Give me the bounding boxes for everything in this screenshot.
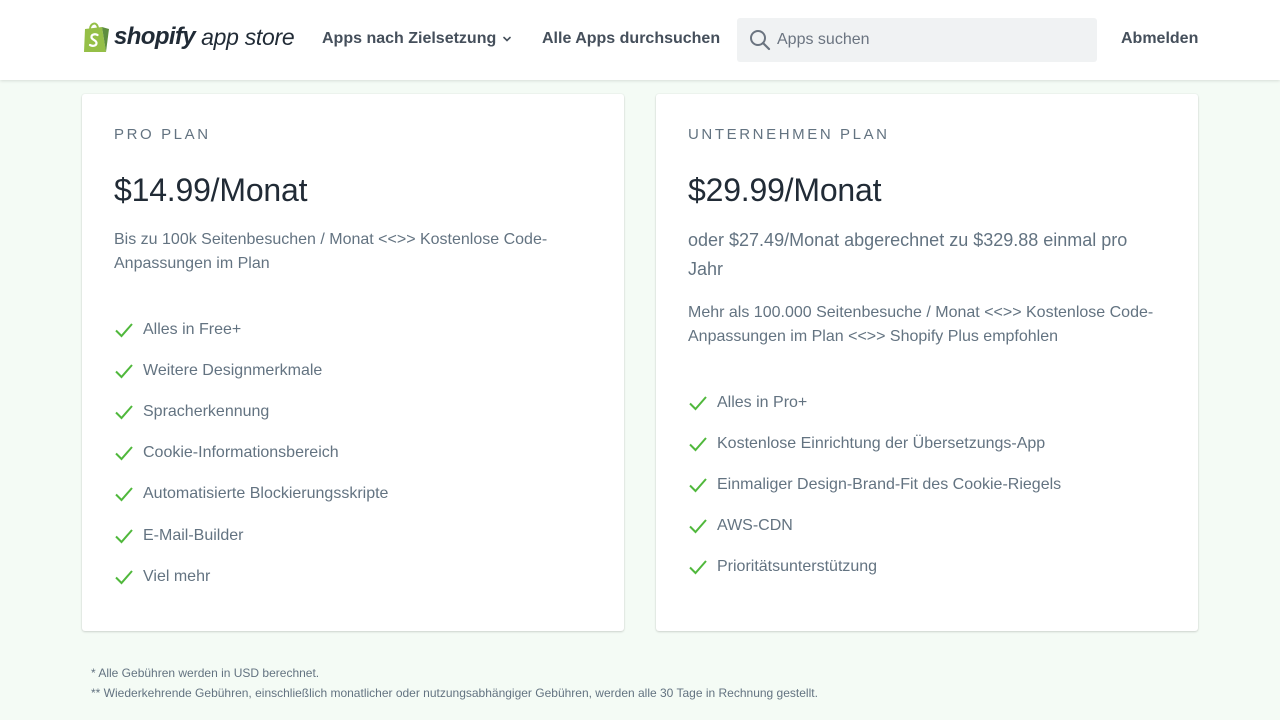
feature-item: Weitere Designmerkmale	[114, 350, 592, 391]
checkmark-icon	[689, 395, 707, 411]
checkmark-icon	[689, 478, 707, 493]
plan-description: Bis zu 100k Seitenbesuchen / Monat <<>> …	[114, 231, 548, 272]
search-input[interactable]	[777, 18, 1087, 62]
feature-item: Kostenlose Einrichtung der Übersetzungs-…	[688, 423, 1166, 464]
pricing-card-business: UNTERNEHMEN PLAN $29.99/Monat oder $27.4…	[656, 94, 1198, 631]
nav-apps-by-goal[interactable]: Apps nach Zielsetzung	[322, 30, 512, 48]
checkmark-icon	[689, 560, 707, 575]
feature-label: E-Mail-Builder	[143, 526, 244, 544]
feature-label: Kostenlose Einrichtung der Übersetzungs-…	[717, 434, 1046, 452]
feature-list: Alles in Pro+ Kostenlose Einrichtung der…	[688, 382, 1166, 588]
feature-label: AWS-CDN	[717, 517, 793, 535]
checkmark-icon	[115, 446, 133, 461]
checkmark-icon	[115, 528, 133, 543]
feature-label: Cookie-Informationsbereich	[143, 444, 339, 462]
plan-description: Mehr als 100.000 Seitenbesuche / Monat <…	[688, 304, 1154, 345]
shopify-bag-icon	[84, 22, 109, 52]
plan-name: PRO PLAN	[114, 126, 211, 143]
footnote-billing: ** Wiederkehrende Gebühren, einschließli…	[91, 686, 818, 700]
feature-list: Alles in Free+ Weitere Designmerkmale Sp…	[114, 309, 592, 597]
feature-item: Alles in Pro+	[688, 382, 1166, 423]
feature-label: Weitere Designmerkmale	[143, 361, 323, 379]
feature-label: Viel mehr	[143, 567, 211, 585]
feature-item: E-Mail-Builder	[114, 515, 592, 556]
feature-item: Automatisierte Blockierungsskripte	[114, 474, 592, 515]
feature-label: Prioritätsunterstützung	[717, 558, 878, 576]
shopify-app-store-logo[interactable]: shopify app store	[82, 20, 295, 54]
search-icon	[750, 30, 771, 51]
feature-item: Spracherkennung	[114, 391, 592, 432]
checkmark-icon	[689, 437, 707, 452]
nav-apps-by-goal-label: Apps nach Zielsetzung	[322, 30, 497, 47]
pricing-footnotes: * Alle Gebühren werden in USD berechnet.…	[91, 663, 818, 703]
feature-item: Alles in Free+	[114, 309, 592, 350]
nav-browse-all-apps-label: Alle Apps durchsuchen	[542, 30, 721, 47]
feature-item: Cookie-Informationsbereich	[114, 433, 592, 474]
checkmark-icon	[115, 364, 133, 379]
top-header: shopify app store Apps nach Zielsetzung …	[0, 0, 1280, 80]
logout-link[interactable]: Abmelden	[1121, 30, 1198, 48]
plan-name: UNTERNEHMEN PLAN	[688, 126, 890, 143]
feature-item: Prioritätsunterstützung	[688, 547, 1166, 588]
checkmark-icon	[115, 487, 133, 502]
feature-item: Viel mehr	[114, 556, 592, 597]
feature-item: AWS-CDN	[688, 506, 1166, 547]
logo-wordmark: shopify	[114, 23, 196, 50]
pricing-card-pro: PRO PLAN $14.99/Monat Bis zu 100k Seiten…	[82, 94, 624, 631]
feature-item: Einmaliger Design-Brand-Fit des Cookie-R…	[688, 464, 1166, 505]
footnote-currency: * Alle Gebühren werden in USD berechnet.	[91, 666, 320, 680]
nav-browse-all-apps[interactable]: Alle Apps durchsuchen	[542, 30, 720, 48]
logo-subtitle: app store	[201, 23, 295, 50]
search-box[interactable]	[737, 18, 1097, 62]
feature-label: Automatisierte Blockierungsskripte	[143, 485, 389, 503]
feature-label: Alles in Free+	[143, 320, 242, 338]
checkmark-icon	[115, 405, 133, 420]
plan-price: $14.99/Monat	[114, 172, 308, 208]
checkmark-icon	[115, 570, 133, 585]
plan-price: $29.99/Monat	[688, 172, 882, 208]
plan-annual-note: oder $27.49/Monat abgerechnet zu $329.88…	[688, 230, 1128, 279]
feature-label: Spracherkennung	[143, 402, 270, 420]
feature-label: Alles in Pro+	[717, 393, 808, 411]
checkmark-icon	[689, 519, 707, 534]
feature-label: Einmaliger Design-Brand-Fit des Cookie-R…	[717, 475, 1062, 493]
chevron-down-icon	[503, 36, 512, 42]
checkmark-icon	[115, 322, 133, 338]
